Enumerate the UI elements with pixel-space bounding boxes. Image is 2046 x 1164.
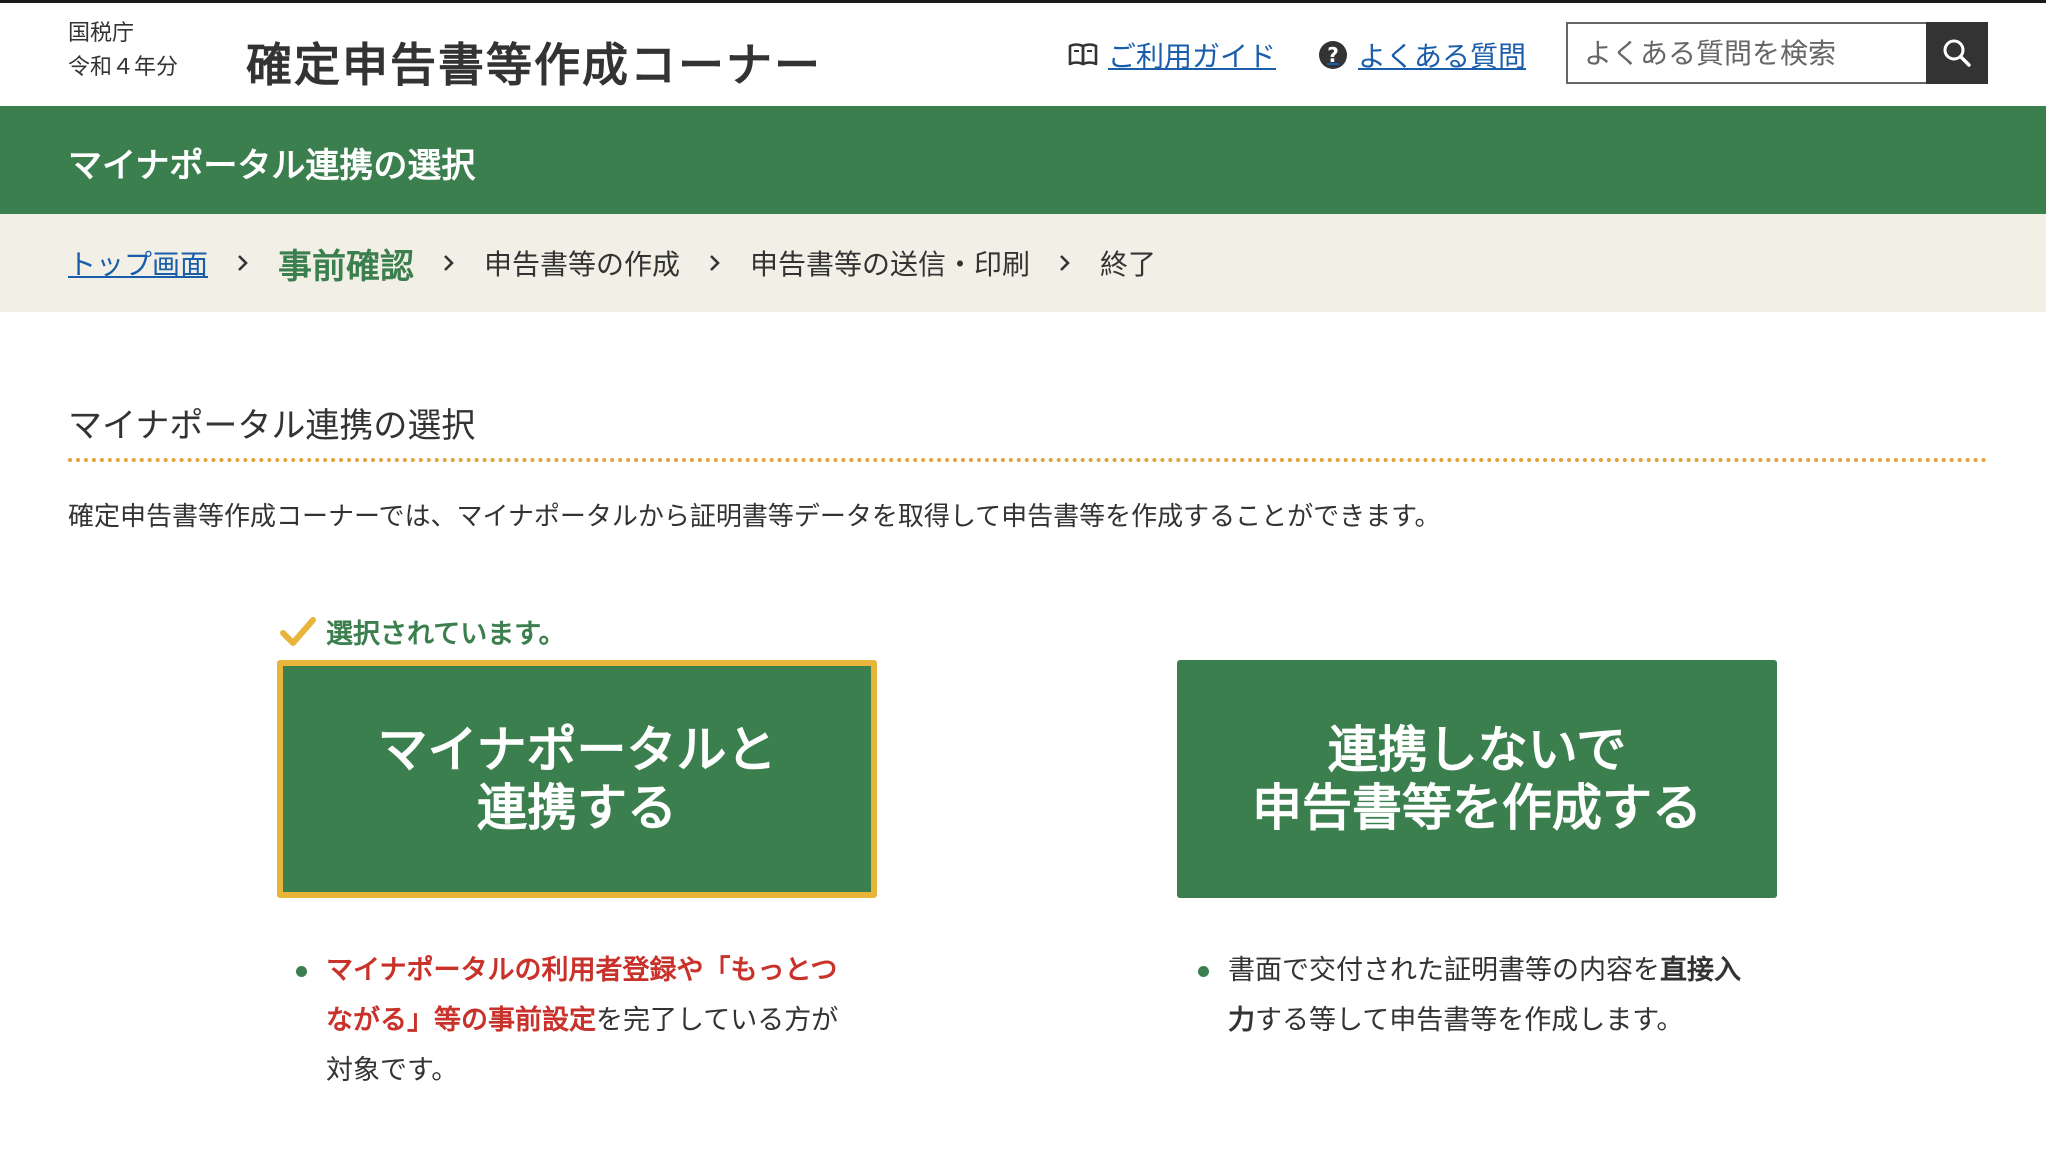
- book-icon: [1066, 38, 1100, 72]
- question-icon-glyph: ?: [1319, 41, 1347, 69]
- faq-label: よくある質問: [1358, 40, 1527, 73]
- agency-info: 国税庁 令和４年分: [68, 17, 178, 85]
- direct-input-pre: 書面で交付された証明書等の内容を: [1228, 955, 1660, 986]
- intro-text: 確定申告書等作成コーナーでは、マイナポータルから証明書等データを取得して申告書等…: [68, 502, 1441, 532]
- breadcrumb-current-step: 事前確認: [278, 246, 415, 287]
- site-header: 国税庁 令和４年分 確定申告書等作成コーナー ご利用ガイド ? よくある質問: [0, 3, 2046, 106]
- site-title[interactable]: 確定申告書等作成コーナー: [246, 29, 822, 95]
- question-icon: ?: [1316, 38, 1350, 72]
- checkmark-icon: [280, 616, 316, 648]
- page-title: マイナポータル連携の選択: [68, 146, 476, 186]
- section-heading: マイナポータル連携の選択: [68, 406, 476, 446]
- chevron-right-icon: [1030, 253, 1100, 273]
- breadcrumb-step-end: 終了: [1100, 248, 1157, 281]
- faq-link[interactable]: ? よくある質問: [1316, 35, 1526, 75]
- faq-search-input[interactable]: [1566, 22, 1926, 84]
- bullet-dot: [296, 966, 307, 977]
- chevron-right-icon: [414, 253, 484, 273]
- selected-indicator-label: 選択されています。: [326, 619, 566, 650]
- chevron-right-icon: [208, 253, 278, 273]
- create-without-link-description: 書面で交付された証明書等の内容を直接入力する等して申告書等を作成します。: [1198, 946, 1748, 1046]
- breadcrumb: トップ画面 事前確認 申告書等の作成 申告書等の送信・印刷 終了: [0, 214, 2046, 312]
- tax-year: 令和４年分: [68, 55, 179, 80]
- breadcrumb-step-send-print: 申告書等の送信・印刷: [750, 248, 1031, 281]
- page-title-bar: マイナポータル連携の選択: [0, 106, 2046, 214]
- link-mynaportal-button[interactable]: マイナポータルと 連携する: [277, 660, 877, 898]
- selected-indicator: 選択されています。: [280, 612, 566, 651]
- breadcrumb-step-create: 申告書等の作成: [484, 248, 681, 281]
- agency-name: 国税庁: [68, 21, 135, 46]
- user-guide-label: ご利用ガイド: [1108, 40, 1277, 73]
- chevron-right-icon: [680, 253, 750, 273]
- heading-divider: [68, 458, 1988, 462]
- search-button[interactable]: [1926, 22, 1988, 84]
- create-without-link-button[interactable]: 連携しないで 申告書等を作成する: [1177, 660, 1777, 898]
- bullet-dot: [1198, 966, 1209, 977]
- search-icon: [1942, 38, 1972, 68]
- direct-input-rest: する等して申告書等を作成します。: [1255, 1005, 1684, 1036]
- user-guide-link[interactable]: ご利用ガイド: [1066, 35, 1276, 75]
- breadcrumb-top[interactable]: トップ画面: [68, 243, 208, 283]
- link-mynaportal-description: マイナポータルの利用者登録や「もっとつながる」等の事前設定を完了している方が対象…: [296, 946, 846, 1096]
- faq-search: [1566, 22, 1988, 84]
